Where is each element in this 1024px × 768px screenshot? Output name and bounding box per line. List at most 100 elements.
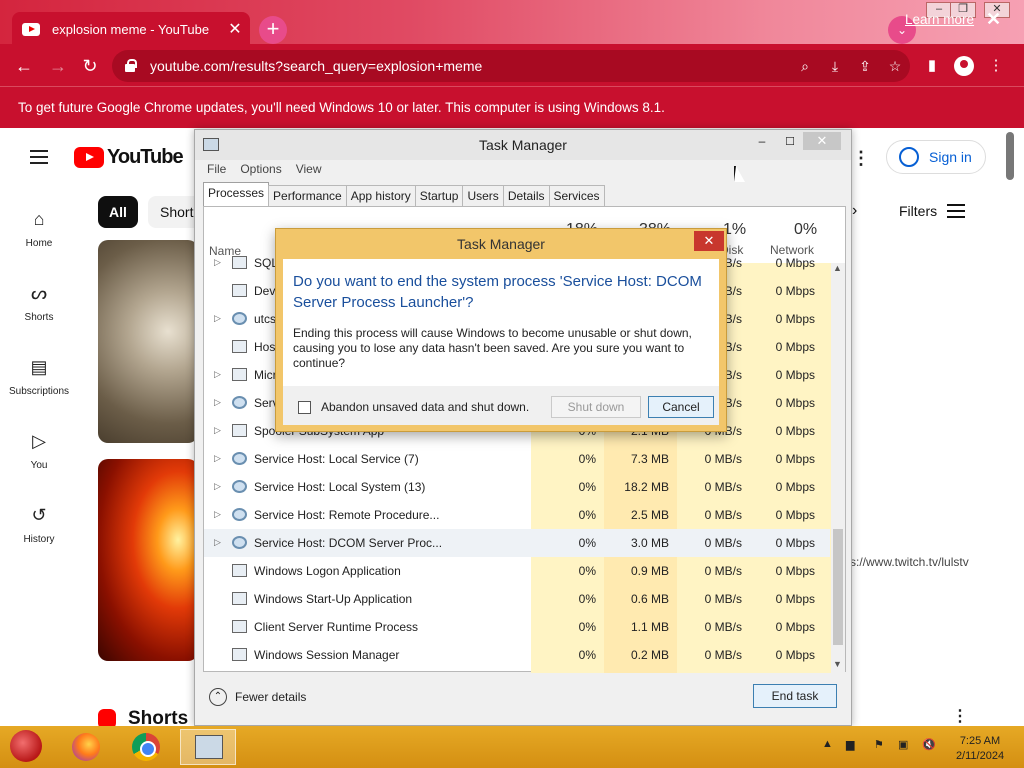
chevron-right-icon[interactable]: › (852, 202, 857, 220)
learn-more-link[interactable]: Learn more (905, 12, 974, 27)
dialog-close-button[interactable]: ✕ (694, 231, 724, 251)
expand-row-icon[interactable]: ▷ (214, 481, 221, 492)
mouse-cursor (734, 166, 745, 182)
tray-app-icon[interactable]: ▆ (846, 738, 854, 751)
page-scrollbar[interactable] (1006, 132, 1014, 180)
browser-tab[interactable]: explosion meme - YouTube ✕ (12, 12, 250, 46)
sidebar-item-you[interactable]: ▷ You (0, 430, 78, 471)
table-row[interactable]: ▷ Service Host: Local Service (7) 0% 7.3 MB… (204, 445, 830, 473)
scroll-up-icon[interactable]: ▲ (833, 263, 842, 273)
forward-arrow-icon[interactable]: → (46, 54, 70, 78)
table-row[interactable]: Windows Logon Application 0% 0.9 MB 0 MB/s 0… (204, 557, 830, 585)
video-description-link[interactable]: s://www.twitch.tv/lulstv (850, 555, 969, 569)
abandon-data-checkbox[interactable] (298, 401, 311, 414)
abandon-data-label[interactable]: Abandon unsaved data and shut down. (321, 400, 529, 414)
account-icon (899, 147, 919, 167)
search-icon[interactable]: ⌕ (790, 58, 820, 75)
tab-details[interactable]: Details (502, 185, 550, 206)
network-value: 0 Mbps (775, 536, 815, 550)
menu-icon[interactable] (30, 150, 48, 164)
shorts-icon: ᔕ (30, 283, 48, 303)
table-row[interactable]: ▷ Service Host: DCOM Server Proc... 0% 3.0 … (204, 529, 830, 557)
chip-shorts[interactable]: Short (148, 196, 198, 228)
network-value: 0 Mbps (775, 480, 815, 494)
table-row[interactable]: ▷ Service Host: Remote Procedure... 0% 2.5 … (204, 501, 830, 529)
expand-row-icon[interactable]: ▷ (214, 453, 221, 464)
install-icon[interactable]: ⤓ (820, 58, 850, 75)
expand-row-icon[interactable]: ▷ (214, 537, 221, 548)
process-list-scrollbar[interactable]: ▲ ▼ (831, 263, 845, 673)
bookmark-star-icon[interactable]: ☆ (880, 58, 910, 75)
video-thumbnail[interactable] (98, 459, 198, 661)
process-name: Windows Start-Up Application (254, 592, 413, 606)
chip-all[interactable]: All (98, 196, 138, 228)
table-row[interactable]: Windows Start-Up Application 0% 0.6 MB 0 MB… (204, 585, 830, 613)
action-center-flag-icon[interactable]: ⚑ (874, 738, 884, 751)
tm-maximize-button[interactable]: ☐ (781, 134, 799, 152)
network-icon[interactable]: ▣ (898, 738, 908, 751)
youtube-favicon-icon (22, 22, 40, 36)
sidebar-item-subscriptions[interactable]: ▤ Subscriptions (0, 356, 78, 397)
shorts-more-icon[interactable]: ⋮ (952, 706, 968, 726)
expand-row-icon[interactable]: ▷ (214, 369, 221, 380)
cpu-value: 0% (578, 620, 596, 634)
address-bar[interactable]: youtube.com/results?search_query=explosi… (112, 50, 910, 82)
sign-in-button[interactable]: Sign in (886, 140, 986, 174)
menu-options[interactable]: Options (240, 160, 281, 180)
expand-row-icon[interactable]: ▷ (214, 257, 221, 268)
menu-file[interactable]: File (207, 160, 226, 180)
video-thumbnail[interactable] (98, 240, 198, 443)
more-options-icon[interactable]: ⋮ (852, 148, 870, 169)
sign-in-label: Sign in (929, 149, 972, 165)
tray-expand-icon[interactable]: ▲ (822, 738, 833, 750)
fewer-details-button[interactable]: ⌃ Fewer details (209, 688, 306, 706)
tm-minimize-button[interactable]: – (753, 134, 771, 152)
tab-startup[interactable]: Startup (414, 185, 464, 206)
sidebar-item-history[interactable]: ↺ History (0, 504, 78, 545)
expand-row-icon[interactable]: ▷ (214, 425, 221, 436)
table-row[interactable]: Client Server Runtime Process 0% 1.1 MB 0 M… (204, 613, 830, 641)
scroll-down-icon[interactable]: ▼ (833, 659, 842, 669)
start-button[interactable] (10, 730, 42, 762)
table-row[interactable]: Windows Session Manager 0% 0.2 MB 0 MB/s 0 M… (204, 641, 830, 669)
taskbar-chrome[interactable] (118, 729, 174, 765)
taskbar-clock[interactable]: 7:25 AM 2/11/2024 (950, 734, 1010, 764)
process-window-icon (232, 592, 247, 605)
tab-processes[interactable]: Processes (203, 182, 270, 206)
back-arrow-icon[interactable]: ← (12, 54, 36, 78)
table-row[interactable]: ▷ Service Host: Local System (13) 0% 18.2 M… (204, 473, 830, 501)
network-value: 0 Mbps (775, 452, 815, 466)
sidebar-item-shorts[interactable]: ᔕ Shorts (0, 282, 78, 323)
sidebar-item-home[interactable]: ⌂ Home (0, 208, 78, 249)
expand-row-icon[interactable]: ▷ (214, 397, 221, 408)
youtube-logo[interactable]: YouTube (74, 146, 184, 169)
tab-close-icon[interactable]: ✕ (226, 19, 244, 39)
cpu-value: 0% (578, 452, 596, 466)
taskbar-task-manager[interactable] (180, 729, 236, 765)
scrollbar-thumb[interactable] (833, 529, 843, 645)
chrome-menu-icon[interactable]: ⋮ (984, 54, 1008, 78)
shut-down-button[interactable]: Shut down (551, 396, 641, 418)
tab-services[interactable]: Services (548, 185, 605, 206)
side-panel-icon[interactable]: ▮ (920, 54, 944, 78)
share-icon[interactable]: ⇪ (850, 58, 880, 75)
cancel-button[interactable]: Cancel (648, 396, 714, 418)
menu-view[interactable]: View (296, 160, 322, 180)
expand-row-icon[interactable]: ▷ (214, 313, 221, 324)
taskbar-firefox[interactable] (58, 729, 114, 765)
reload-icon[interactable]: ↻ (78, 54, 102, 78)
network-percent[interactable]: 0% (794, 221, 817, 239)
volume-muted-icon[interactable]: 🔇 (922, 738, 936, 751)
profile-avatar[interactable] (952, 54, 976, 78)
filters-button[interactable]: Filters (899, 203, 966, 219)
tm-close-button[interactable]: ✕ (803, 132, 841, 150)
tab-performance[interactable]: Performance (268, 185, 347, 206)
end-task-button[interactable]: End task (753, 684, 837, 708)
tab-app-history[interactable]: App history (345, 185, 416, 206)
infobar-close-icon[interactable]: ✕ (986, 9, 1001, 30)
network-value: 0 Mbps (775, 564, 815, 578)
expand-row-icon[interactable]: ▷ (214, 509, 221, 520)
tab-users[interactable]: Users (462, 185, 504, 206)
network-value: 0 Mbps (775, 340, 815, 354)
new-tab-button[interactable]: + (259, 16, 287, 44)
